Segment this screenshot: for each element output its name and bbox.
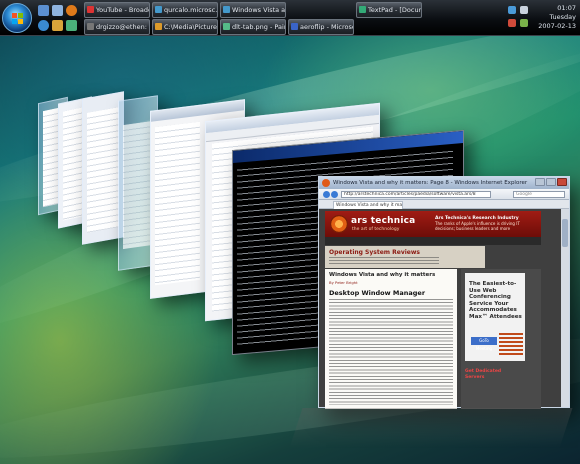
clock-date: 2007-02-13 bbox=[538, 22, 576, 30]
header-promo[interactable]: Ars Technica's Research Industry The ran… bbox=[435, 215, 535, 233]
window-content bbox=[123, 120, 153, 250]
site-tagline: the art of technology bbox=[352, 227, 400, 232]
volume-icon[interactable] bbox=[520, 6, 528, 14]
task-button[interactable]: C:\Media\Pictures... bbox=[152, 19, 218, 35]
task-button[interactable]: aeroflip - Microso... bbox=[288, 19, 354, 35]
browser-toolbar: http://arstechnica.com/articles/paedia/s… bbox=[319, 189, 569, 200]
web-page: ars technica the art of technology Ars T… bbox=[319, 209, 569, 409]
task-button[interactable]: YouTube - Broadc... bbox=[84, 2, 150, 18]
task-button[interactable]: Windows Vista an... bbox=[220, 2, 286, 18]
address-bar[interactable]: http://arstechnica.com/articles/paedia/s… bbox=[341, 191, 491, 198]
window-reflection bbox=[289, 408, 573, 448]
forward-icon[interactable] bbox=[331, 191, 338, 198]
promo-text: The ranks of Apple's influence is drivin… bbox=[435, 221, 520, 231]
tab-active[interactable]: Windows Vista and why it ma... bbox=[333, 201, 403, 209]
ars-logo-icon[interactable] bbox=[330, 215, 348, 233]
clock[interactable]: 01:07 Tuesday 2007-02-13 bbox=[534, 4, 576, 31]
notification-area bbox=[508, 4, 534, 32]
article-subhead: Desktop Window Manager bbox=[329, 289, 426, 297]
switch-windows-icon[interactable] bbox=[52, 5, 63, 16]
site-logo[interactable]: ars technica bbox=[351, 216, 415, 226]
network-icon[interactable] bbox=[508, 6, 516, 14]
windows-logo-icon bbox=[12, 13, 24, 25]
start-button[interactable] bbox=[2, 3, 32, 33]
site-nav: HomeNewsGuidesReviewsJournalsForumsJobsS… bbox=[325, 237, 541, 254]
sidebar-promo[interactable]: Get Dedicated Servers bbox=[465, 369, 509, 380]
show-desktop-icon[interactable] bbox=[38, 5, 49, 16]
ie-quicklaunch-icon[interactable] bbox=[38, 20, 49, 31]
article-byline[interactable]: By Peter Bright bbox=[329, 280, 358, 285]
ie-icon bbox=[322, 179, 330, 187]
folder-quicklaunch-icon[interactable] bbox=[52, 20, 63, 31]
sidebar: The Easiest-to-Use Web Conferencing Serv… bbox=[461, 269, 541, 409]
window-content bbox=[155, 121, 200, 286]
task-button[interactable]: TextPad - [Docum... bbox=[356, 2, 422, 18]
media-quicklaunch-icon[interactable] bbox=[66, 20, 77, 31]
maximize-button[interactable] bbox=[546, 178, 556, 186]
clock-time: 01:07 bbox=[557, 4, 576, 12]
feature-banner: Operating System Reviews bbox=[325, 246, 485, 268]
browser-titlebar: Windows Vista and why it matters: Page 8… bbox=[319, 177, 569, 189]
sync-icon[interactable] bbox=[520, 19, 528, 27]
scrollbar[interactable] bbox=[561, 209, 569, 407]
ad-graphic bbox=[499, 333, 523, 357]
article-body bbox=[329, 299, 453, 405]
task-button[interactable]: drgizzo@ethen: ~ bbox=[84, 19, 150, 35]
taskbar: YouTube - Broadc... qurcalo.microsc... W… bbox=[0, 0, 580, 36]
tab-strip: Windows Vista and why it ma... bbox=[319, 200, 569, 209]
task-button[interactable]: dlt-tab.png - Pain... bbox=[220, 19, 286, 35]
ad-button[interactable]: GoTo Meeting bbox=[471, 337, 497, 351]
security-icon[interactable] bbox=[508, 19, 516, 27]
close-button[interactable] bbox=[557, 178, 567, 186]
task-button[interactable]: qurcalo.microsc... bbox=[152, 2, 218, 18]
feature-text bbox=[329, 257, 439, 265]
window-controls bbox=[534, 178, 567, 187]
scrollbar-thumb[interactable] bbox=[562, 219, 568, 247]
article-title: Windows Vista and why it matters bbox=[329, 272, 436, 278]
site-header: ars technica the art of technology Ars T… bbox=[325, 211, 541, 237]
clock-day: Tuesday bbox=[549, 13, 576, 21]
feature-title[interactable]: Operating System Reviews bbox=[329, 249, 420, 256]
article: Windows Vista and why it matters By Pete… bbox=[325, 269, 457, 409]
browser-title: Windows Vista and why it matters: Page 8… bbox=[333, 180, 528, 186]
ad-title: The Easiest-to-Use Web Conferencing Serv… bbox=[469, 281, 522, 320]
advertisement[interactable]: The Easiest-to-Use Web Conferencing Serv… bbox=[465, 273, 525, 361]
browser-window[interactable]: Windows Vista and why it matters: Page 8… bbox=[318, 176, 570, 409]
firefox-icon[interactable] bbox=[66, 5, 77, 16]
search-input[interactable]: Google bbox=[513, 191, 565, 198]
minimize-button[interactable] bbox=[535, 178, 545, 186]
back-icon[interactable] bbox=[323, 191, 330, 198]
window-content bbox=[87, 107, 119, 233]
